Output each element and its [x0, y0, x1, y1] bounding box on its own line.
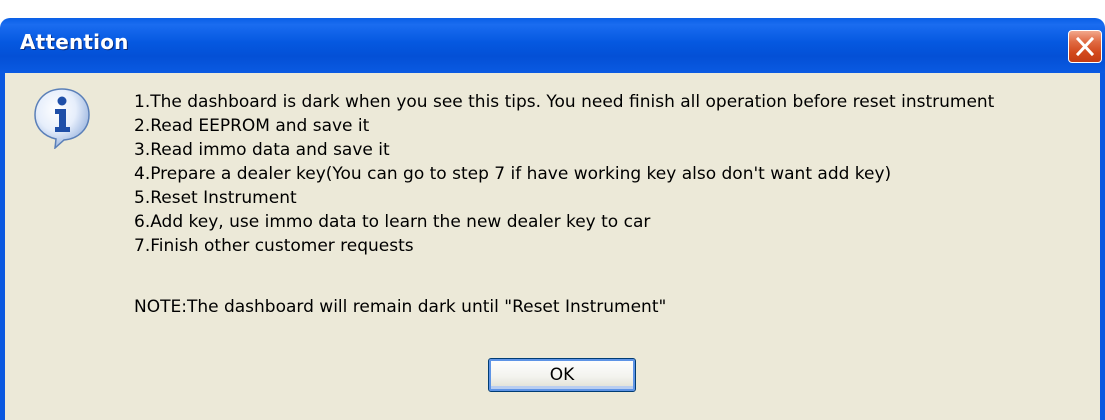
note-text: NOTE:The dashboard will remain dark unti…: [134, 297, 667, 317]
close-icon: [1076, 37, 1094, 56]
window-title: Attention: [20, 30, 129, 54]
message-line: 7.Finish other customer requests: [134, 236, 414, 256]
message-list: 1.The dashboard is dark when you see thi…: [134, 90, 1099, 258]
title-bar[interactable]: Attention: [0, 18, 1105, 73]
message-line: 1.The dashboard is dark when you see thi…: [134, 92, 995, 112]
attention-dialog: Attention 1.The dashboard is dark when y…: [0, 0, 1105, 420]
message-line: 6.Add key, use immo data to learn the ne…: [134, 212, 651, 232]
message-line: 4.Prepare a dealer key(You can go to ste…: [134, 164, 892, 184]
close-button[interactable]: [1068, 30, 1102, 63]
message-line: 5.Reset Instrument: [134, 188, 297, 208]
message-line: 3.Read immo data and save it: [134, 140, 390, 160]
info-icon: [34, 88, 90, 149]
message-line: 2.Read EEPROM and save it: [134, 116, 370, 136]
ok-button[interactable]: OK: [488, 358, 636, 392]
dialog-body: 1.The dashboard is dark when you see thi…: [0, 73, 1105, 420]
